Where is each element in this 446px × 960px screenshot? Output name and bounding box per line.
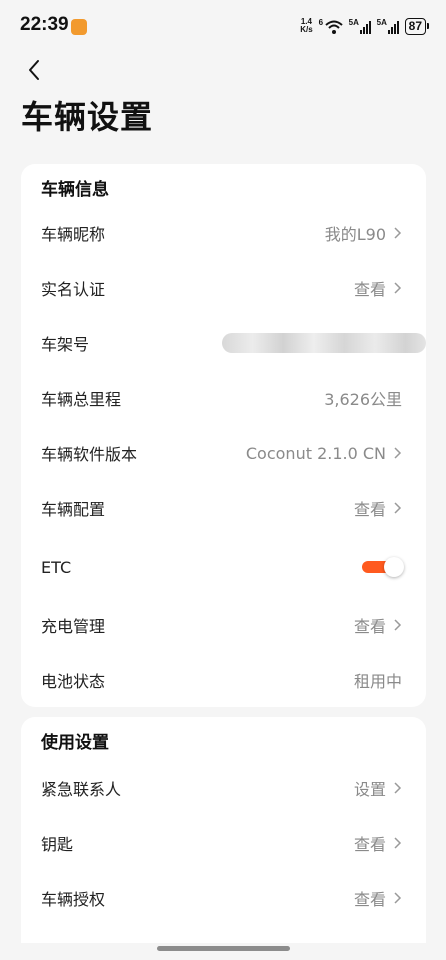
row-label: 车架号 xyxy=(41,335,90,354)
row-value: 查看 xyxy=(353,617,386,636)
signal-sim2-icon: 5A xyxy=(377,18,399,34)
row-label: 充电管理 xyxy=(41,617,106,636)
row-label: 车辆总里程 xyxy=(41,390,122,409)
page-title: 车辆设置 xyxy=(21,98,154,136)
chevron-right-icon xyxy=(394,502,402,514)
status-icons: 1.4 K/s 6 5A 5A 87 xyxy=(300,16,430,36)
row-battery-status: 电池状态 租用中 xyxy=(21,655,426,705)
usage-settings-card: 使用设置 紧急联系人 设置 钥匙 查看 车辆授权 查看 xyxy=(21,717,426,943)
wifi-icon: 6 xyxy=(319,18,343,34)
section-title-usage-settings: 使用设置 xyxy=(41,733,109,753)
vin-redacted xyxy=(222,333,426,353)
row-value: 查看 xyxy=(353,500,386,519)
chevron-right-icon xyxy=(394,619,402,631)
chevron-right-icon xyxy=(394,227,402,239)
battery-indicator: 87 xyxy=(404,17,430,35)
row-label: ETC xyxy=(41,557,72,577)
chevron-right-icon xyxy=(394,837,402,849)
row-label: 紧急联系人 xyxy=(41,780,122,799)
row-total-mileage: 车辆总里程 3,626公里 xyxy=(21,373,426,423)
chevron-right-icon xyxy=(394,782,402,794)
app-notification-icon xyxy=(71,19,87,35)
row-vehicle-nickname[interactable]: 车辆昵称 我的L90 xyxy=(21,208,426,258)
row-value: Coconut 2.1.0 CN xyxy=(245,443,386,463)
row-value: 3,626公里 xyxy=(324,390,402,409)
status-bar: 22:39 1.4 K/s 6 5A 5A 87 xyxy=(0,0,446,52)
signal-sim1-icon: 5A xyxy=(349,18,371,34)
row-label: 钥匙 xyxy=(41,835,74,854)
row-label: 车辆软件版本 xyxy=(41,445,138,464)
chevron-right-icon xyxy=(394,447,402,459)
row-label: 车辆配置 xyxy=(41,500,106,519)
row-charging-management[interactable]: 充电管理 查看 xyxy=(21,600,426,650)
row-label: 实名认证 xyxy=(41,280,106,299)
row-vehicle-authorization[interactable]: 车辆授权 查看 xyxy=(21,873,426,923)
row-vehicle-config[interactable]: 车辆配置 查看 xyxy=(21,483,426,533)
section-title-vehicle-info: 车辆信息 xyxy=(41,180,109,200)
row-value: 查看 xyxy=(353,280,386,299)
row-software-version[interactable]: 车辆软件版本 Coconut 2.1.0 CN xyxy=(21,428,426,478)
row-real-name-verification[interactable]: 实名认证 查看 xyxy=(21,263,426,313)
row-value: 查看 xyxy=(353,890,386,909)
row-vin: 车架号 xyxy=(21,318,426,368)
back-button[interactable] xyxy=(20,56,48,84)
etc-toggle[interactable] xyxy=(362,556,404,578)
row-label: 电池状态 xyxy=(41,672,106,691)
row-value: 查看 xyxy=(353,835,386,854)
row-etc: ETC xyxy=(21,542,426,592)
row-label: 车辆授权 xyxy=(41,890,106,909)
chevron-left-icon xyxy=(29,60,39,80)
row-value: 租用中 xyxy=(353,672,402,691)
status-time: 22:39 xyxy=(20,14,69,35)
toggle-knob xyxy=(384,557,404,577)
row-label: 车辆昵称 xyxy=(41,225,106,244)
chevron-right-icon xyxy=(394,892,402,904)
row-value: 设置 xyxy=(353,780,386,799)
row-emergency-contact[interactable]: 紧急联系人 设置 xyxy=(21,763,426,813)
home-indicator[interactable] xyxy=(157,946,290,951)
network-speed: 1.4 K/s xyxy=(300,17,313,34)
row-keys[interactable]: 钥匙 查看 xyxy=(21,818,426,868)
chevron-right-icon xyxy=(394,282,402,294)
row-value: 我的L90 xyxy=(324,225,386,244)
vehicle-info-card: 车辆信息 车辆昵称 我的L90 实名认证 查看 车架号 车辆总里程 3,626公… xyxy=(21,164,426,707)
